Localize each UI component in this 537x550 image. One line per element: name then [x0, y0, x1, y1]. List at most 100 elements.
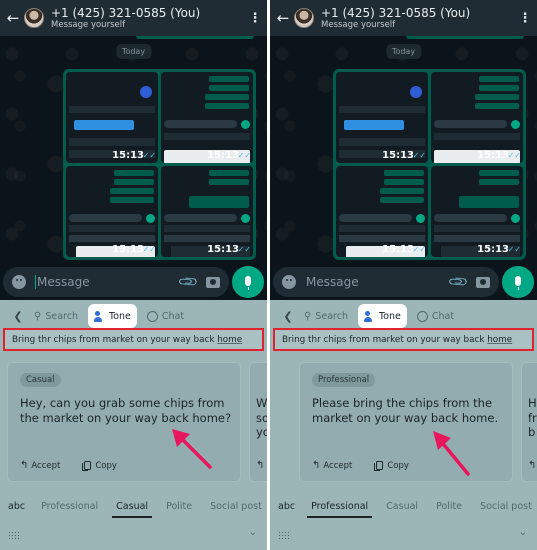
keyboard-tabs: ❮ ⚲ Search Tone Chat — [0, 303, 267, 329]
contact-info[interactable]: +1 (425) 321-0585 (You) Message yourself — [321, 6, 517, 31]
read-receipt-icon: ✓✓ — [142, 151, 156, 160]
previous-message-bubble — [406, 36, 524, 39]
suggestion-text: Please bring the chips from the market o… — [312, 396, 499, 425]
tone-icon — [363, 310, 374, 322]
more-options-icon[interactable]: ⋮ — [247, 11, 263, 26]
image-thumbnail[interactable]: 15:13 ✓✓ — [336, 72, 428, 163]
chat-area: Today 15:13 ✓✓ 15:13 ✓✓ 15:13 ✓✓ 15:13 ✓… — [270, 36, 537, 262]
avatar[interactable] — [294, 8, 314, 28]
tone-option-abc[interactable]: abc — [278, 501, 295, 512]
read-receipt-icon: ✓✓ — [142, 245, 156, 254]
image-thumbnail[interactable]: 15:13 ✓✓ — [66, 72, 158, 163]
message-time: 15:13 — [477, 244, 509, 255]
tone-option-polite[interactable]: Polite — [436, 501, 462, 512]
chat-area: Today 15:13 ✓✓ 15:13 ✓✓ 15:13 ✓✓ 15:13 ✓… — [0, 36, 267, 262]
phone-screenshot-professional: ← +1 (425) 321-0585 (You) Message yourse… — [270, 0, 537, 550]
keyboard-icon[interactable] — [8, 531, 21, 539]
back-arrow-icon[interactable]: ← — [4, 10, 22, 26]
chevron-down-icon[interactable]: ⌄ — [519, 527, 527, 538]
tone-option-professional[interactable]: Professional — [41, 501, 98, 512]
date-chip: Today — [115, 44, 152, 59]
keyboard-tabs: ❮ ⚲ Search Tone Chat — [270, 303, 537, 329]
message-input[interactable]: Message 📎 — [273, 267, 499, 297]
source-text: Bring thr chips from market on your way … — [282, 334, 513, 345]
image-thumbnail[interactable]: 15:13 ✓✓ — [431, 166, 523, 257]
emoji-icon[interactable] — [282, 275, 296, 289]
next-suggestion-card[interactable]: W so yo ↰ — [249, 362, 267, 482]
avatar[interactable] — [24, 8, 44, 28]
copy-button[interactable]: Copy — [387, 461, 409, 471]
message-time: 15:13 — [382, 244, 414, 255]
tone-option-casual[interactable]: Casual — [112, 501, 152, 518]
next-suggestion-card[interactable]: H fr b ↰ — [521, 362, 537, 482]
tab-tone[interactable]: Tone — [87, 304, 137, 328]
voice-message-button[interactable] — [232, 266, 264, 298]
message-input[interactable]: Message 📎 — [3, 267, 229, 297]
image-thumbnail[interactable]: 15:13 ✓✓ — [336, 166, 428, 257]
tab-tone[interactable]: Tone — [357, 304, 407, 328]
camera-icon[interactable] — [206, 276, 220, 288]
keyboard-bottom-bar: ⌄ — [270, 522, 537, 550]
tone-option-polite[interactable]: Polite — [166, 501, 192, 512]
tone-option-social-post[interactable]: Social post — [210, 501, 262, 512]
image-thumbnail[interactable]: 15:13 ✓✓ — [431, 72, 523, 163]
tab-chat[interactable]: Chat — [141, 304, 190, 328]
chevron-left-icon[interactable]: ❮ — [8, 310, 28, 323]
next-card-text: W so yo — [256, 396, 267, 439]
attach-icon[interactable]: 📎 — [447, 270, 470, 293]
image-album-message[interactable]: 15:13 ✓✓ 15:13 ✓✓ 15:13 ✓✓ 15:13 ✓✓ — [63, 69, 256, 260]
image-thumbnail[interactable]: 15:13 ✓✓ — [66, 166, 158, 257]
message-time: 15:13 — [477, 150, 509, 161]
tab-label: Tone — [378, 310, 401, 322]
message-time: 15:13 — [207, 150, 239, 161]
tone-chip: Casual — [20, 373, 61, 387]
suggestion-card[interactable]: Casual Hey, can you grab some chips from… — [7, 362, 241, 482]
read-receipt-icon: ✓✓ — [412, 245, 426, 254]
image-thumbnail[interactable]: 15:13 ✓✓ — [161, 166, 253, 257]
microphone-icon — [515, 276, 521, 290]
copy-button[interactable]: Copy — [95, 461, 117, 471]
read-receipt-icon: ✓✓ — [507, 245, 521, 254]
tone-suggestion-cards: Casual Hey, can you grab some chips from… — [0, 362, 267, 484]
tab-chat[interactable]: Chat — [411, 304, 460, 328]
read-receipt-icon: ✓✓ — [237, 151, 251, 160]
image-album-message[interactable]: 15:13 ✓✓ 15:13 ✓✓ 15:13 ✓✓ 15:13 ✓✓ — [333, 69, 526, 260]
tab-label: Chat — [161, 310, 185, 322]
tone-suggestion-cards: Professional Please bring the chips from… — [270, 362, 537, 484]
tone-options-bar: abc Professional Casual Polite Social po… — [0, 493, 267, 519]
tone-option-casual[interactable]: Casual — [386, 501, 418, 512]
source-text: Bring thr chips from market on your way … — [12, 334, 243, 345]
message-placeholder: Message — [306, 275, 359, 289]
tab-search[interactable]: ⚲ Search — [28, 304, 84, 328]
read-receipt-icon: ✓✓ — [507, 151, 521, 160]
attach-icon[interactable]: 📎 — [177, 270, 200, 293]
previous-message-bubble — [136, 36, 254, 39]
chevron-down-icon[interactable]: ⌄ — [249, 527, 257, 538]
image-thumbnail[interactable]: 15:13 ✓✓ — [161, 72, 253, 163]
contact-subtitle: Message yourself — [321, 19, 396, 30]
more-options-icon[interactable]: ⋮ — [517, 11, 533, 26]
contact-name: +1 (425) 321-0585 (You) — [321, 5, 471, 20]
contact-info[interactable]: +1 (425) 321-0585 (You) Message yourself — [51, 6, 247, 31]
read-receipt-icon: ✓✓ — [412, 151, 426, 160]
chevron-left-icon[interactable]: ❮ — [278, 310, 298, 323]
contact-name: +1 (425) 321-0585 (You) — [51, 5, 201, 20]
next-card-text: H fr b — [528, 396, 537, 439]
tone-options-bar: abc Professional Casual Polite Social po… — [270, 493, 537, 519]
tone-option-abc[interactable]: abc — [8, 501, 25, 512]
accept-button[interactable]: Accept — [31, 461, 60, 471]
suggestion-card[interactable]: Professional Please bring the chips from… — [299, 362, 513, 482]
accept-button[interactable]: Accept — [323, 461, 352, 471]
emoji-icon[interactable] — [12, 275, 26, 289]
tone-option-professional[interactable]: Professional — [307, 501, 373, 518]
back-arrow-icon[interactable]: ← — [274, 10, 292, 26]
camera-icon[interactable] — [476, 276, 490, 288]
source-text-highlight: Bring thr chips from market on your way … — [273, 328, 534, 351]
voice-message-button[interactable] — [502, 266, 534, 298]
accept-icon: ↰ — [256, 460, 265, 471]
read-receipt-icon: ✓✓ — [237, 245, 251, 254]
keyboard-icon[interactable] — [278, 531, 291, 539]
tone-option-social-post[interactable]: Social post — [480, 501, 532, 512]
tab-search[interactable]: ⚲ Search — [298, 304, 354, 328]
chat-header: ← +1 (425) 321-0585 (You) Message yourse… — [270, 0, 537, 36]
